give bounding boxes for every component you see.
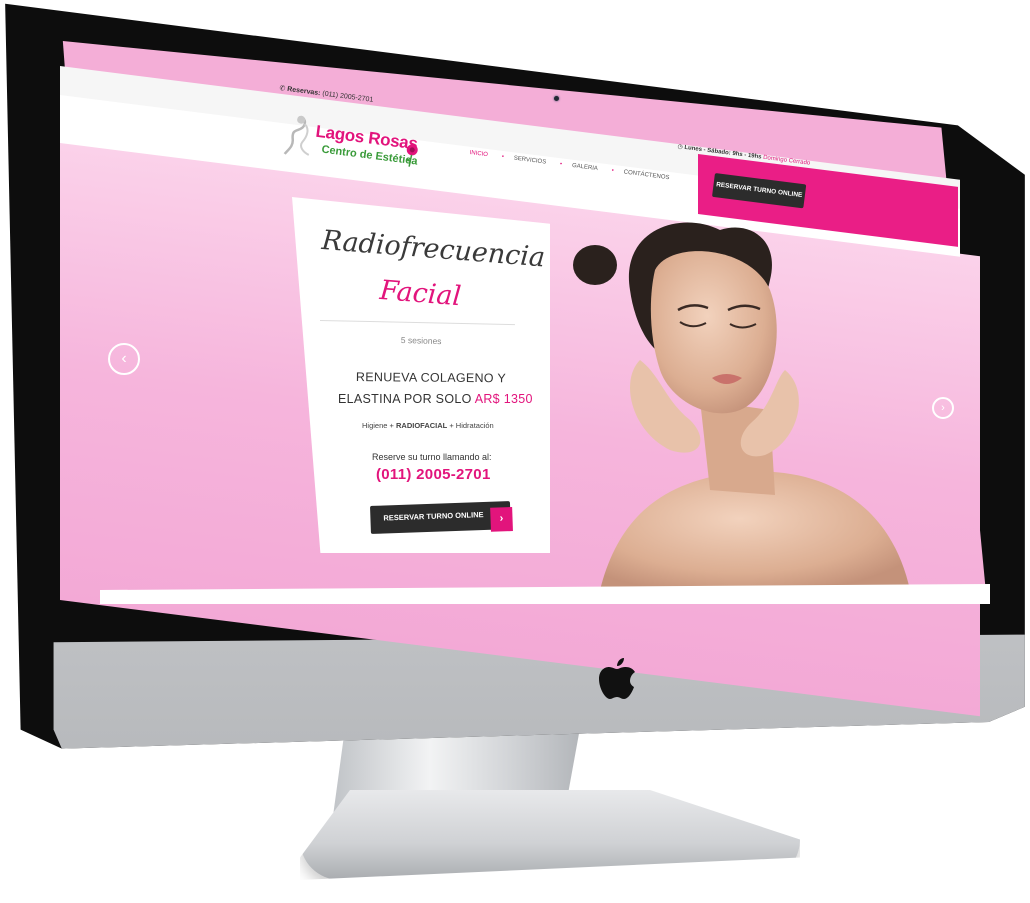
chevron-left-icon: ‹ bbox=[121, 350, 127, 367]
clock-icon: ◷ bbox=[677, 143, 684, 151]
promo-desc-c: + Hidratación bbox=[447, 421, 494, 430]
promo-headline-1: RENUEVA COLAGENO Y bbox=[355, 370, 507, 386]
rose-icon bbox=[406, 144, 418, 167]
promo-phone[interactable]: (011) 2005-2701 bbox=[376, 466, 491, 483]
promo-sessions: 5 sesiones bbox=[400, 335, 442, 347]
nav-separator: • bbox=[611, 167, 615, 175]
promo-desc-a: Higiene + bbox=[362, 421, 396, 430]
nav-separator: • bbox=[559, 161, 563, 168]
promo-call-text: Reserve su turno llamando al: bbox=[372, 452, 492, 462]
apple-logo-icon bbox=[599, 658, 635, 699]
nav-separator: • bbox=[501, 154, 505, 161]
chevron-right-icon: › bbox=[941, 402, 945, 414]
reservar-turno-cta-button[interactable]: RESERVAR TURNO ONLINE › bbox=[370, 501, 513, 534]
promo-headline-2: ELASTINA POR SOLO AR$ 1350 bbox=[338, 392, 533, 406]
slider-prev-button[interactable]: ‹ bbox=[108, 343, 140, 375]
promo-description: Higiene + RADIOFACIAL + Hidratación bbox=[362, 421, 494, 430]
camera-icon bbox=[554, 96, 559, 101]
imac-stand-foot bbox=[300, 790, 800, 880]
promo-headline-text: ELASTINA POR SOLO bbox=[338, 392, 472, 406]
slider-next-button[interactable]: › bbox=[932, 397, 954, 419]
promo-price: AR$ 1350 bbox=[474, 392, 533, 406]
cta-label: RESERVAR TURNO ONLINE bbox=[383, 510, 484, 523]
phone-icon: ✆ bbox=[278, 84, 286, 93]
promo-subtitle: Facial bbox=[378, 275, 463, 313]
model-photo bbox=[573, 222, 910, 590]
chevron-right-icon: › bbox=[490, 507, 513, 532]
promo-desc-b: RADIOFACIAL bbox=[395, 421, 448, 430]
